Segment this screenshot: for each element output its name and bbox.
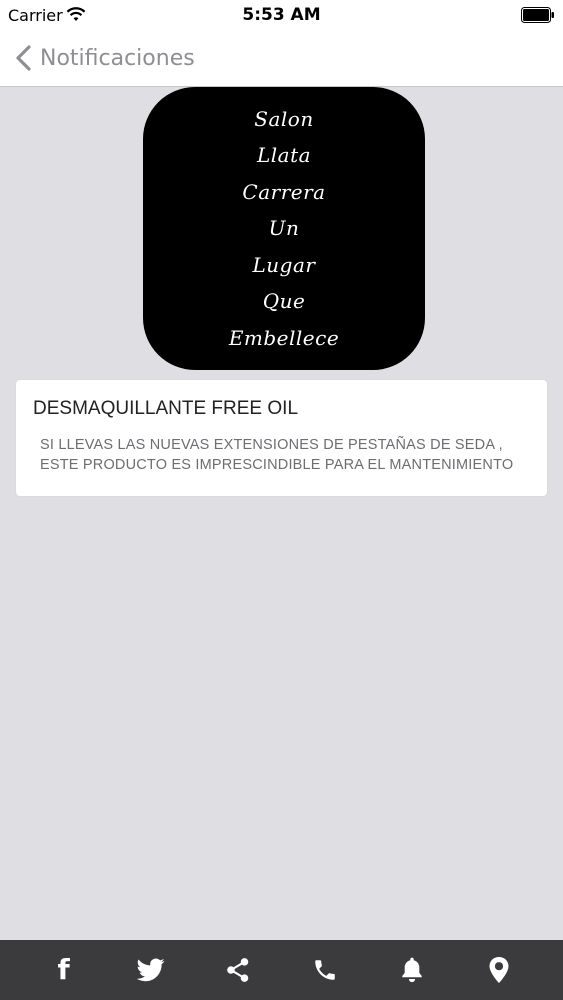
location-button[interactable] bbox=[477, 948, 521, 992]
logo-word: Llata bbox=[256, 143, 312, 168]
clock: 5:53 AM bbox=[242, 5, 321, 25]
notifications-button[interactable] bbox=[390, 948, 434, 992]
facebook-button[interactable]: f bbox=[42, 948, 86, 992]
logo-word: Lugar bbox=[252, 252, 316, 277]
notification-card[interactable]: DESMAQUILLANTE FREE OIL SI LLEVAS LAS NU… bbox=[16, 380, 547, 496]
notification-title: DESMAQUILLANTE FREE OIL bbox=[33, 398, 299, 419]
back-button[interactable]: Notificaciones bbox=[12, 40, 195, 76]
page-title: Notificaciones bbox=[40, 45, 195, 71]
logo-word: Salon bbox=[254, 106, 314, 131]
notification-body: SI LLEVAS LAS NUEVAS EXTENSIONES DE PEST… bbox=[40, 437, 514, 473]
battery-icon bbox=[521, 7, 554, 23]
share-button[interactable] bbox=[216, 948, 260, 992]
phone-button[interactable] bbox=[303, 948, 347, 992]
chevron-left-icon bbox=[16, 45, 31, 71]
share-icon bbox=[227, 958, 249, 982]
logo-word: Un bbox=[268, 216, 300, 241]
salon-logo: Salon Llata Carrera Un Lugar Que Embelle… bbox=[143, 87, 425, 370]
bell-icon bbox=[402, 957, 422, 983]
bottom-tab-bar: f bbox=[0, 940, 563, 1000]
twitter-button[interactable] bbox=[129, 948, 173, 992]
status-bar: Carrier 5:53 AM bbox=[0, 0, 563, 30]
logo-word: Embellece bbox=[228, 325, 340, 350]
navigation-bar: Notificaciones bbox=[0, 30, 563, 87]
facebook-icon: f bbox=[57, 953, 70, 986]
twitter-icon bbox=[136, 958, 165, 982]
phone-icon bbox=[315, 960, 335, 980]
logo-word: Que bbox=[262, 289, 306, 314]
location-pin-icon bbox=[489, 957, 509, 983]
logo-word: Carrera bbox=[242, 179, 326, 204]
